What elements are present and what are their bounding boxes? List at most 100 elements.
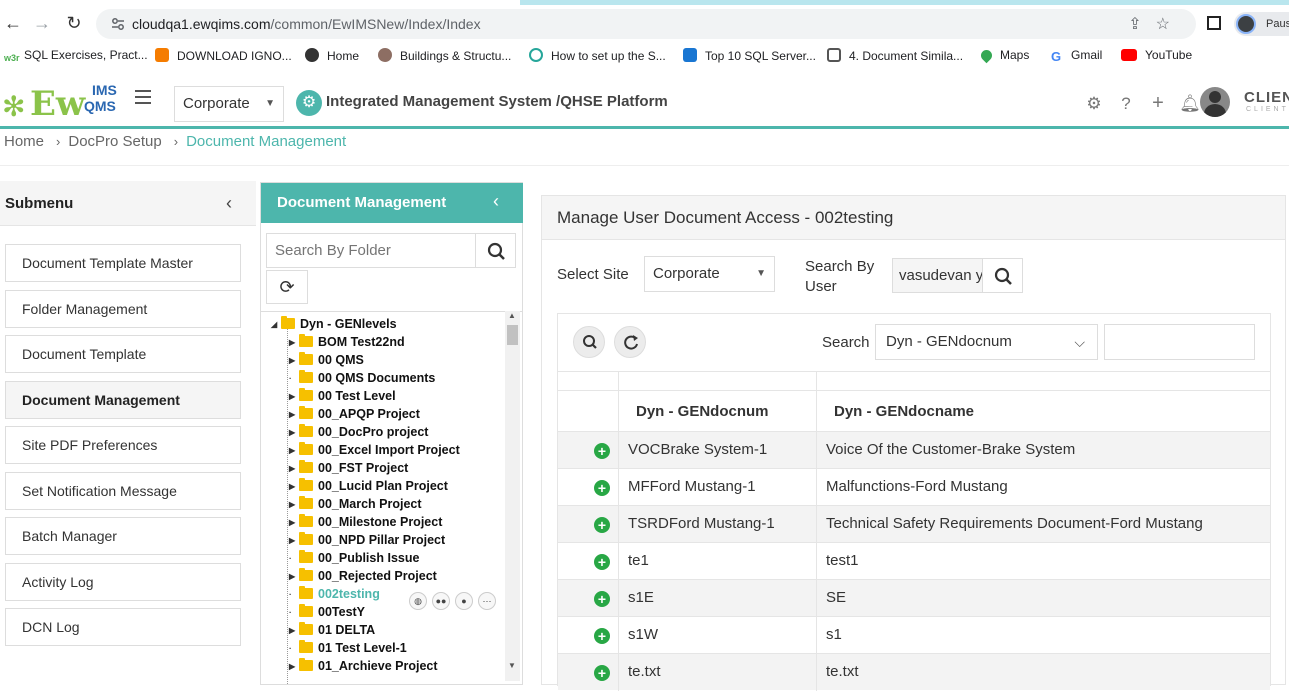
side-panel-icon[interactable] [1207,16,1221,30]
submenu-item-activity-log[interactable]: Activity Log [5,563,241,601]
folder-search-input[interactable] [266,233,476,268]
settings-icon[interactable]: ⚙ [1078,94,1110,114]
tree-node[interactable]: ▶ 01 DELTA [289,622,375,641]
add-access-icon[interactable]: + [594,554,610,570]
user-search-button[interactable] [982,258,1023,293]
breadcrumb-docpro-setup[interactable]: DocPro Setup [68,133,161,150]
submenu-item-set-notification-message[interactable]: Set Notification Message [5,472,241,510]
tree-node[interactable]: · 00TestY [289,604,365,623]
ewqims-logo[interactable]: ✻ Ew IMS QMS [2,82,120,124]
tree-node[interactable]: ▶ 00 Test Level [289,388,396,407]
bookmark-item[interactable]: G Gmail [1051,48,1102,64]
tree-node-selected[interactable]: · 002testing [289,586,380,605]
collapse-chevron-icon[interactable]: ‹ [226,193,232,214]
expand-icon[interactable]: ▶ [289,428,299,437]
submenu-item-site-pdf-preferences[interactable]: Site PDF Preferences [5,426,241,464]
globe-icon[interactable]: ◍ [409,592,427,610]
expand-icon[interactable]: ▶ [289,572,299,581]
group-users-icon[interactable]: ●● [432,592,450,610]
bookmark-item[interactable]: DOWNLOAD IGNO... [155,48,292,63]
header-site-select[interactable]: Corporate ▼ [174,86,284,122]
tree-node[interactable]: · 00 QMS Documents [289,370,435,389]
tree-node[interactable]: ▶ 00_NPD Pillar Project [289,532,445,551]
add-access-icon[interactable]: + [594,591,610,607]
tree-node[interactable]: ▶ 00 QMS [289,352,364,371]
site-info-icon[interactable] [110,16,126,32]
bookmark-item[interactable]: Top 10 SQL Server... [683,48,816,63]
submenu-item-document-management[interactable]: Document Management [5,381,241,419]
address-bar[interactable]: cloudqa1.ewqims.com/common/EwIMSNew/Inde… [96,9,1196,39]
tree-node[interactable]: ▶ 00_Lucid Plan Project [289,478,448,497]
tree-node[interactable]: ▶ 00_Rejected Project [289,568,437,587]
expand-icon[interactable]: ▶ [289,338,299,347]
breadcrumb-home[interactable]: Home [4,133,44,150]
expand-icon[interactable]: ▶ [289,482,299,491]
submenu-item-dcn-log[interactable]: DCN Log [5,608,241,646]
share-icon[interactable]: ⇪ [1128,16,1155,33]
add-access-icon[interactable]: + [594,480,610,496]
bookmark-item[interactable]: Home [305,48,359,63]
add-access-icon[interactable]: + [594,443,610,459]
help-icon[interactable]: ? [1110,94,1142,114]
expand-icon[interactable]: ▶ [289,356,299,365]
tree-node[interactable]: ▶ 00_FST Project [289,460,408,479]
expand-icon[interactable]: ▶ [289,446,299,455]
grid-search-input[interactable] [1104,324,1255,360]
bookmark-item[interactable]: How to set up the S... [529,48,666,63]
add-access-icon[interactable]: + [594,628,610,644]
expand-icon[interactable]: ▶ [289,464,299,473]
expand-icon[interactable]: ▶ [289,500,299,509]
tree-node[interactable]: ▶ BOM Test22nd [289,334,405,353]
grid-refresh-button[interactable] [614,326,646,358]
tree-node[interactable]: ▶ 00_APQP Project [289,406,420,425]
add-icon[interactable]: + [1142,92,1174,115]
tree-node[interactable]: ▶ 00_DocPro project [289,424,428,443]
profile-button[interactable]: Paus [1234,12,1289,36]
tree-node[interactable]: ▶ 00_March Project [289,496,422,515]
tree-node[interactable]: ▶ 01_Archieve Project [289,658,438,677]
bookmark-item[interactable]: YouTube [1121,48,1192,62]
bookmark-item[interactable]: 4. Document Simila... [827,48,963,63]
tree-node[interactable]: ▶ 00_Excel Import Project [289,442,460,461]
submenu-item-document-template-master[interactable]: Document Template Master [5,244,241,282]
scroll-down-icon[interactable]: ▼ [508,661,516,670]
collapse-chevron-icon[interactable]: ‹ [493,191,499,212]
bookmark-item[interactable]: w3r SQL Exercises, Pract... [4,48,148,67]
collapse-icon[interactable]: ◢ [271,320,281,329]
user-icon[interactable]: ● [455,592,473,610]
site-dropdown[interactable]: Corporate ▼ [644,256,775,292]
expand-icon[interactable]: ▶ [289,392,299,401]
column-header-docname[interactable]: Dyn - GENdocname [834,403,974,420]
tree-node-root[interactable]: ◢ Dyn - GENlevels [271,316,397,335]
grid-search-button[interactable] [573,326,605,358]
expand-icon[interactable]: ▶ [289,626,299,635]
scrollbar-thumb[interactable] [507,325,518,345]
forward-icon[interactable]: → [31,12,53,34]
scroll-up-icon[interactable]: ▲ [508,311,516,320]
expand-icon[interactable]: ▶ [289,518,299,527]
bookmark-star-icon[interactable]: ☆ [1156,16,1184,33]
tree-node[interactable]: · 01 Test Level-1 [289,640,407,659]
tree-node[interactable]: · 00_Publish Issue [289,550,419,569]
user-search-input[interactable] [892,258,983,293]
add-access-icon[interactable]: + [594,517,610,533]
bookmark-item[interactable]: Buildings & Structu... [378,48,511,63]
expand-icon[interactable]: ▶ [289,410,299,419]
hamburger-menu-icon[interactable] [135,90,151,104]
submenu-item-batch-manager[interactable]: Batch Manager [5,517,241,555]
user-avatar[interactable] [1200,87,1230,117]
folder-search-button[interactable] [475,233,516,268]
tree-refresh-button[interactable]: ⟳ [266,270,308,304]
more-options-icon[interactable]: ⋯ [478,592,496,610]
expand-icon[interactable]: ▶ [289,536,299,545]
reload-icon[interactable]: ↻ [63,12,85,34]
back-icon[interactable]: ← [2,12,24,34]
expand-icon[interactable]: ▶ [289,662,299,671]
add-access-icon[interactable]: + [594,665,610,681]
submenu-item-folder-management[interactable]: Folder Management [5,290,241,328]
column-header-docnum[interactable]: Dyn - GENdocnum [636,403,769,420]
tree-node[interactable]: ▶ 00_Milestone Project [289,514,442,533]
bookmark-item[interactable]: Maps [978,47,1029,64]
submenu-item-document-template[interactable]: Document Template [5,335,241,373]
tree-scrollbar[interactable]: ▲ ▼ [505,311,520,681]
